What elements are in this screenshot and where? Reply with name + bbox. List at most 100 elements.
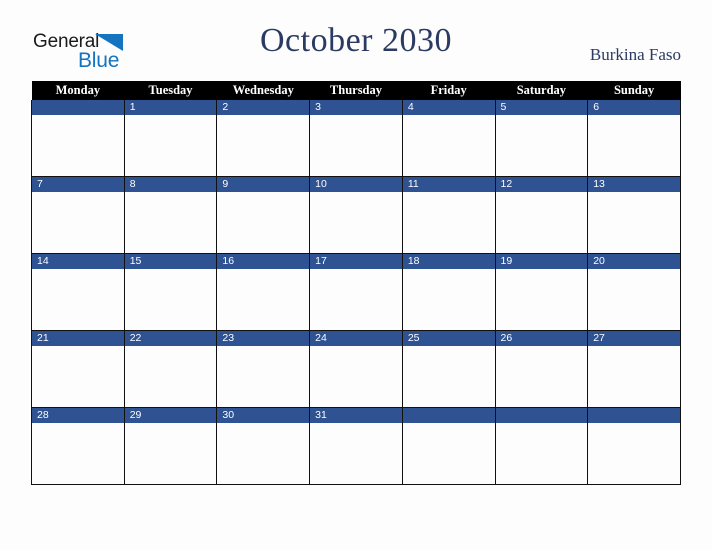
day-number [495,408,588,423]
day-content-area[interactable] [32,346,124,407]
calendar-week-row: 21 22 23 24 25 26 27 [31,330,681,408]
day-number: 15 [124,254,217,269]
day-number: 12 [495,177,588,192]
calendar-day-cell[interactable]: 26 [494,330,589,408]
calendar-day-cell[interactable]: 12 [494,176,589,254]
day-number: 8 [124,177,217,192]
calendar-day-cell[interactable]: 10 [309,176,403,254]
day-content-area[interactable] [32,269,124,330]
calendar-day-cell[interactable]: 4 [401,100,496,177]
day-content-area[interactable] [588,269,680,330]
day-number: 18 [402,254,495,269]
day-number: 9 [217,177,310,192]
day-number [588,408,680,423]
calendar-header-row: Monday Tuesday Wednesday Thursday Friday… [31,81,681,100]
page-header: General Blue October 2030 Burkina Faso [0,0,712,80]
calendar-day-cell[interactable]: 15 [123,253,218,331]
day-number: 1 [124,100,217,115]
day-content-area[interactable] [495,346,588,407]
calendar-day-cell[interactable]: 30 [216,407,311,485]
day-content-area[interactable] [217,115,310,176]
calendar-day-cell[interactable]: 22 [123,330,218,408]
calendar-day-cell[interactable] [31,100,125,177]
calendar-day-cell[interactable]: 6 [587,100,681,177]
day-number: 16 [217,254,310,269]
day-content-area[interactable] [217,423,310,484]
day-content-area[interactable] [124,423,217,484]
calendar-day-cell[interactable]: 20 [587,253,681,331]
calendar-day-cell[interactable]: 18 [401,253,496,331]
day-content-area[interactable] [588,346,680,407]
day-content-area[interactable] [217,269,310,330]
calendar-day-cell[interactable]: 3 [309,100,403,177]
calendar-day-cell[interactable]: 21 [31,330,125,408]
calendar-day-cell[interactable]: 27 [587,330,681,408]
calendar-day-cell[interactable]: 17 [309,253,403,331]
day-number: 13 [588,177,680,192]
weekday-header-thursday: Thursday [309,81,403,100]
day-content-area[interactable] [495,192,588,253]
day-number: 27 [588,331,680,346]
calendar-day-cell[interactable]: 24 [309,330,403,408]
day-number: 5 [495,100,588,115]
weekday-header-saturday: Saturday [495,81,588,100]
day-content-area[interactable] [588,192,680,253]
day-content-area[interactable] [217,192,310,253]
calendar-day-cell[interactable]: 13 [587,176,681,254]
day-content-area[interactable] [32,423,124,484]
day-number: 20 [588,254,680,269]
day-content-area[interactable] [32,192,124,253]
calendar-week-row: 7 8 9 10 11 12 13 [31,176,681,254]
calendar-day-cell[interactable]: 19 [494,253,589,331]
day-content-area[interactable] [402,115,495,176]
day-content-area[interactable] [310,269,402,330]
day-number: 23 [217,331,310,346]
day-content-area[interactable] [495,269,588,330]
calendar-day-cell[interactable] [587,407,681,485]
calendar-day-cell[interactable]: 9 [216,176,311,254]
day-number: 21 [32,331,124,346]
day-content-area[interactable] [402,269,495,330]
day-number: 2 [217,100,310,115]
calendar-day-cell[interactable]: 29 [123,407,218,485]
calendar-day-cell[interactable]: 25 [401,330,496,408]
calendar-body: 1 2 3 4 5 6 7 8 9 10 11 12 13 14 15 16 1… [31,100,681,485]
day-content-area[interactable] [124,115,217,176]
calendar-day-cell[interactable]: 23 [216,330,311,408]
calendar-day-cell[interactable] [401,407,496,485]
calendar-day-cell[interactable]: 16 [216,253,311,331]
calendar-day-cell[interactable]: 28 [31,407,125,485]
calendar-day-cell[interactable]: 31 [309,407,403,485]
day-content-area[interactable] [495,115,588,176]
weekday-header-tuesday: Tuesday [124,81,217,100]
day-content-area[interactable] [124,269,217,330]
calendar-day-cell[interactable]: 5 [494,100,589,177]
day-content-area[interactable] [310,192,402,253]
calendar-day-cell[interactable]: 14 [31,253,125,331]
calendar-day-cell[interactable]: 11 [401,176,496,254]
day-content-area[interactable] [402,346,495,407]
day-number [32,100,124,115]
day-content-area[interactable] [495,423,588,484]
calendar-day-cell[interactable]: 2 [216,100,311,177]
day-content-area[interactable] [32,115,124,176]
country-label: Burkina Faso [589,45,681,64]
day-content-area[interactable] [310,346,402,407]
day-content-area[interactable] [310,423,402,484]
day-content-area[interactable] [310,115,402,176]
day-content-area[interactable] [588,115,680,176]
calendar-day-cell[interactable]: 8 [123,176,218,254]
weekday-header-friday: Friday [402,81,496,100]
day-number: 7 [32,177,124,192]
day-content-area[interactable] [124,346,217,407]
day-content-area[interactable] [588,423,680,484]
day-content-area[interactable] [402,192,495,253]
day-content-area[interactable] [402,423,495,484]
calendar-day-cell[interactable]: 7 [31,176,125,254]
day-content-area[interactable] [124,192,217,253]
day-number: 14 [32,254,124,269]
calendar-day-cell[interactable]: 1 [123,100,218,177]
day-content-area[interactable] [217,346,310,407]
day-number [402,408,495,423]
calendar-day-cell[interactable] [494,407,589,485]
